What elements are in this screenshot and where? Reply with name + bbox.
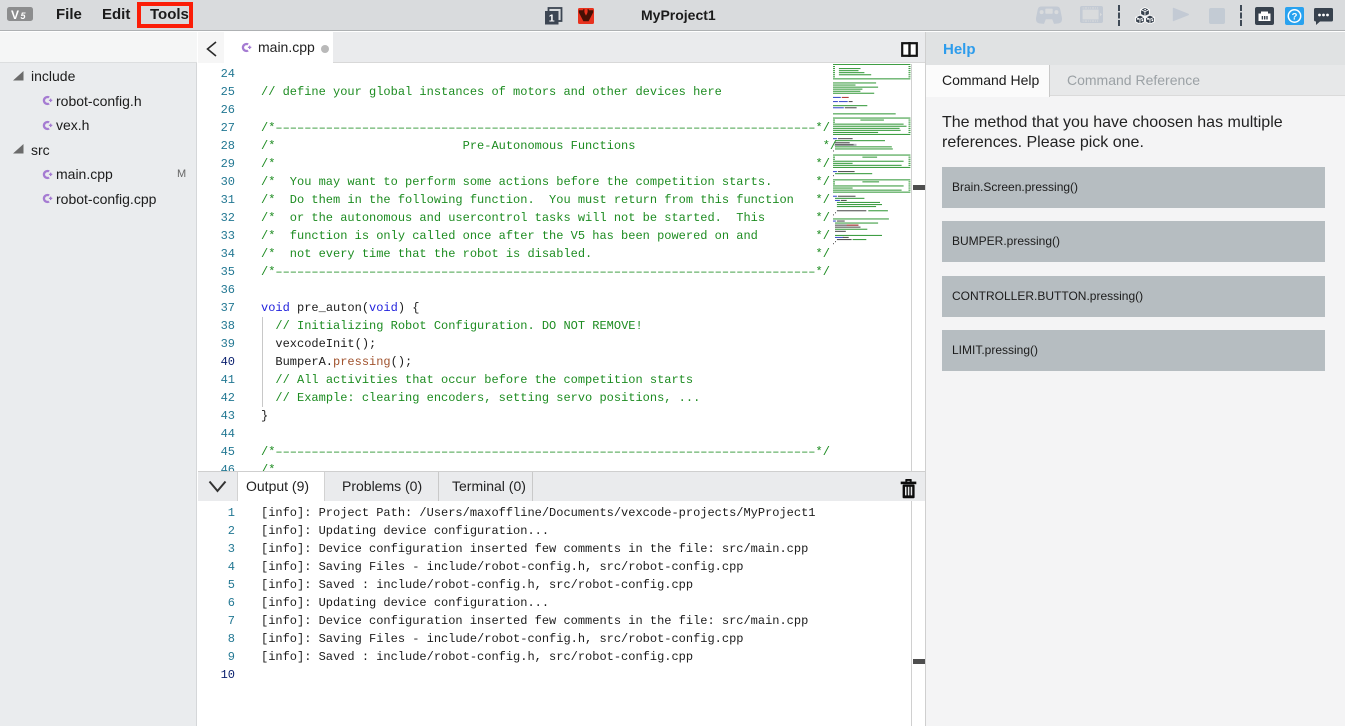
svg-text:?: ?: [1292, 11, 1298, 22]
svg-text:1: 1: [549, 13, 555, 25]
svg-text:V: V: [11, 8, 19, 21]
